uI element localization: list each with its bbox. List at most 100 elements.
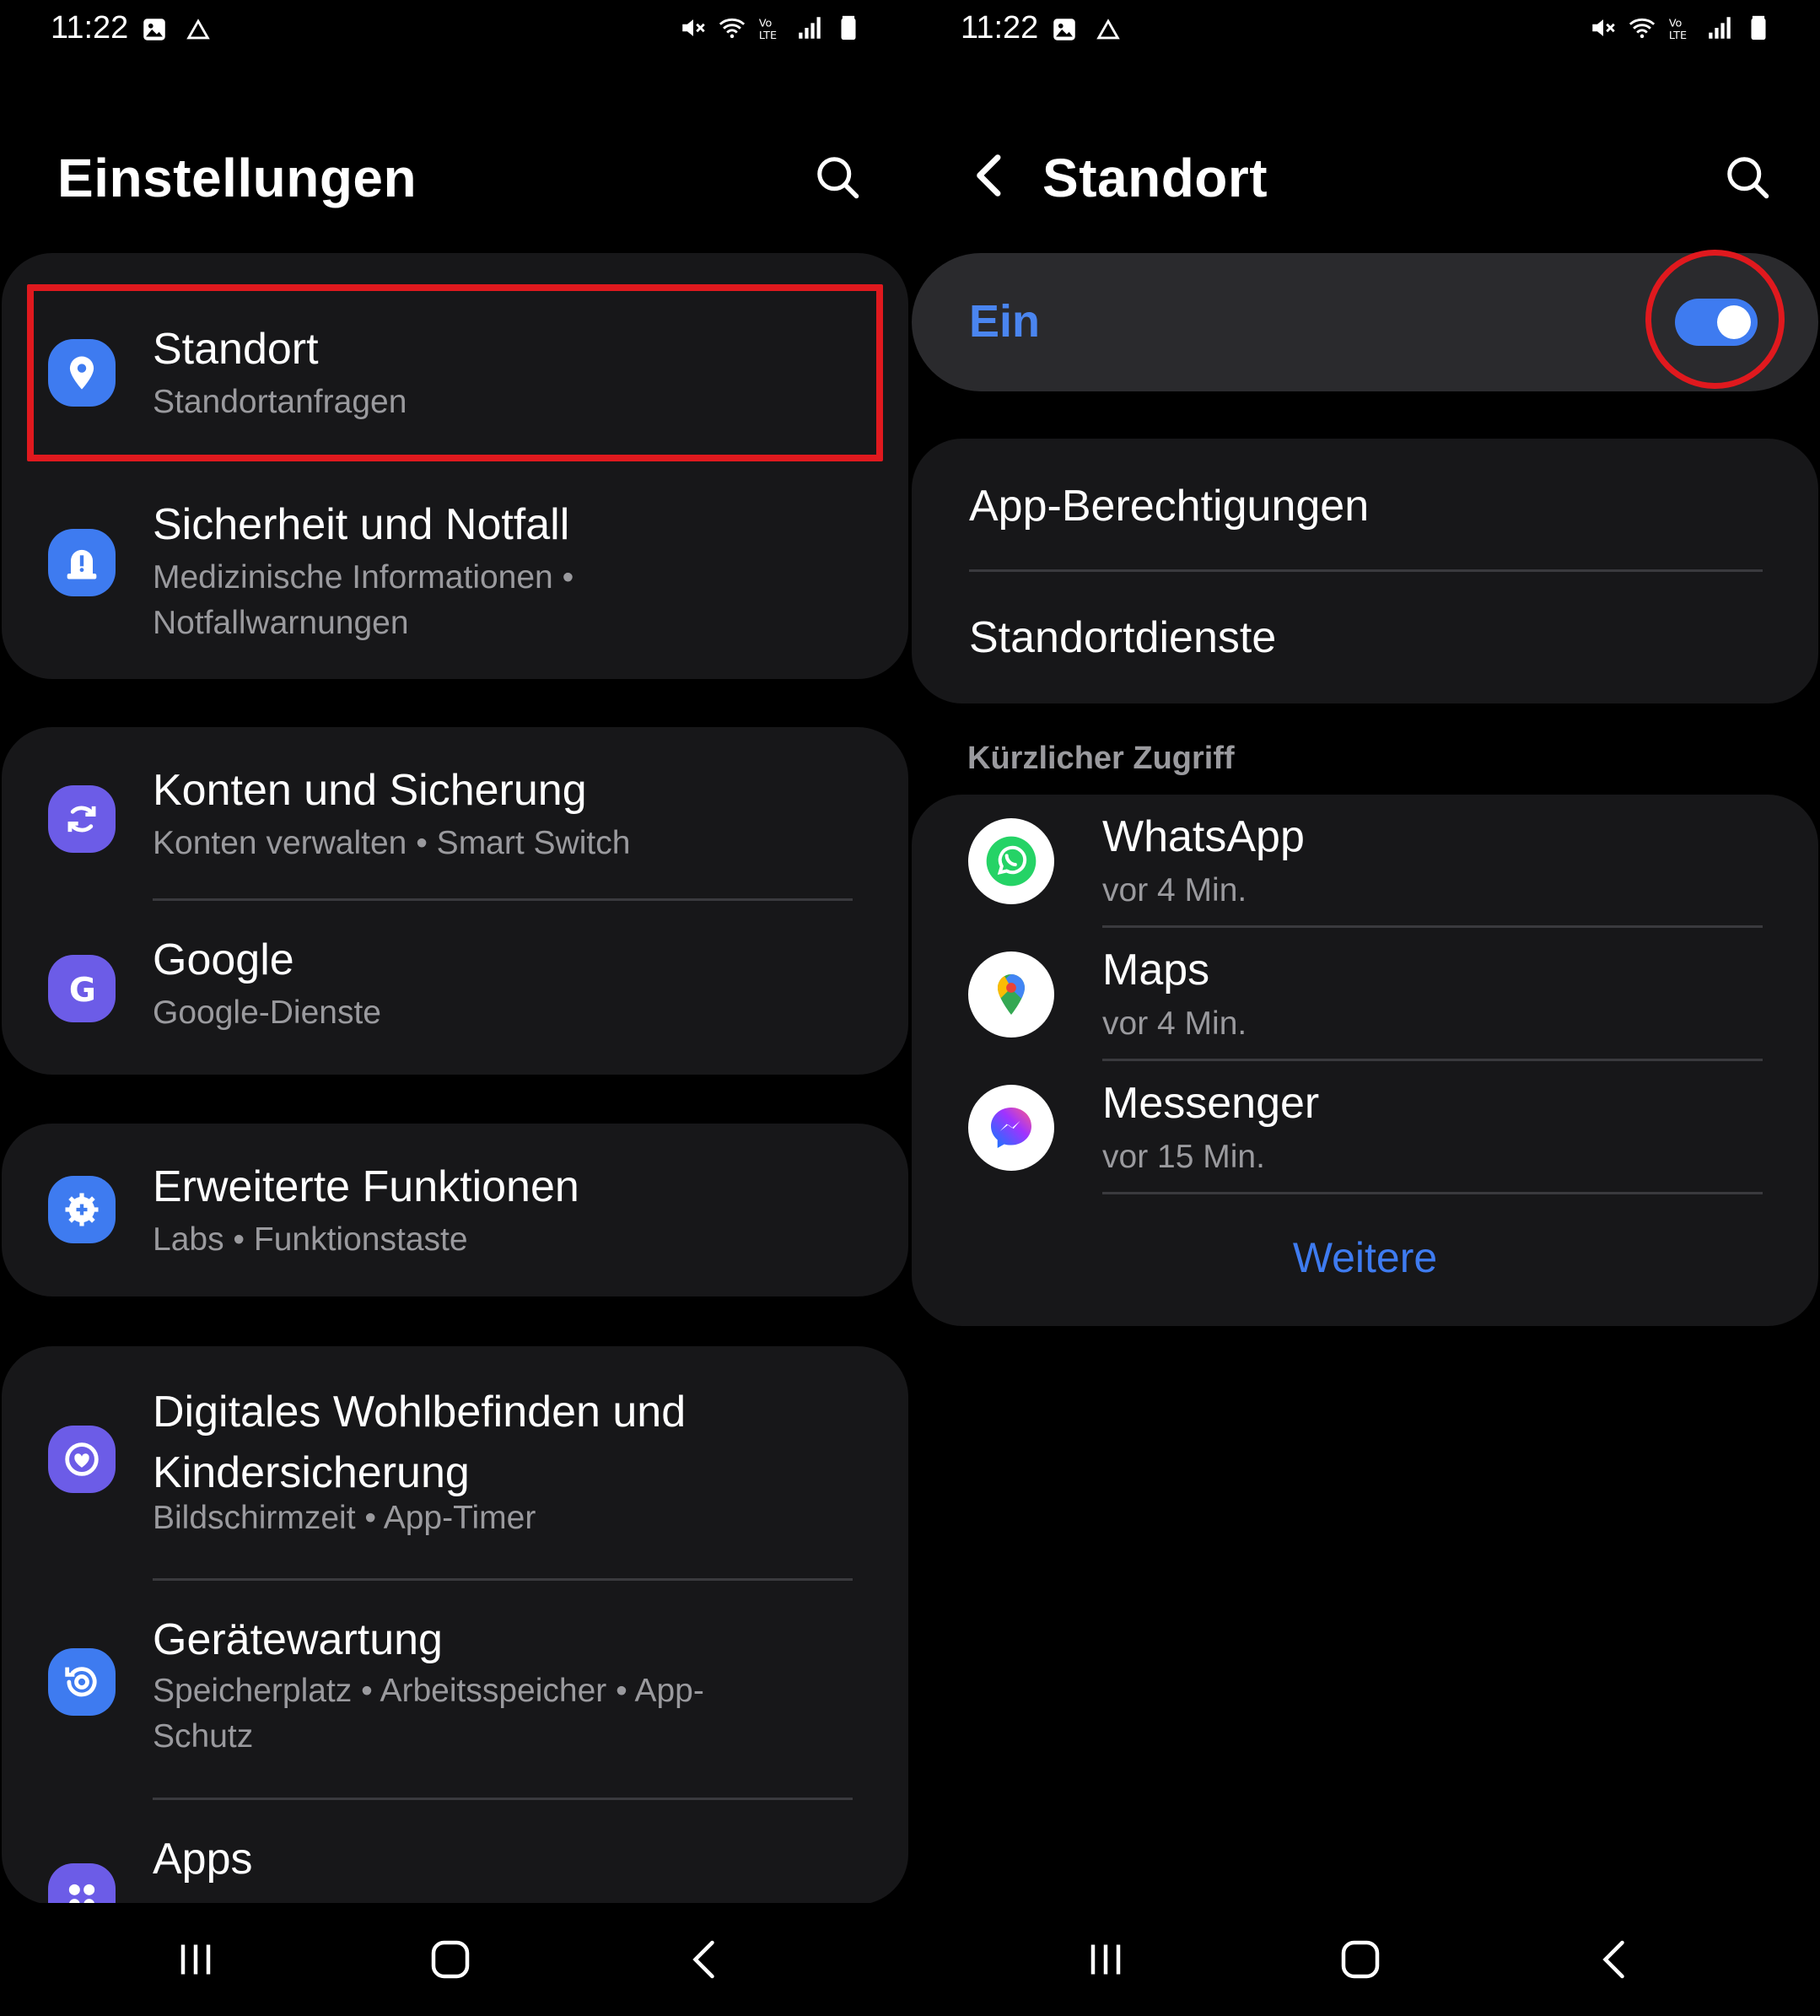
settings-card-wellbeing: Digitales Wohlbefinden und Kindersicheru… <box>2 1346 908 1905</box>
divider <box>1102 1192 1763 1194</box>
status-bar: 11:22 Vo LTE <box>0 0 910 61</box>
status-right-icons: Vo LTE <box>1589 13 1773 42</box>
item-subtitle: Bildschirmzeit • App-Timer <box>153 1500 536 1536</box>
settings-header: Einstellungen <box>0 135 910 219</box>
location-screen: 11:22 Vo LTE Standort Ein App-Berechtigun… <box>910 0 1820 2016</box>
svg-text:LTE: LTE <box>759 30 777 42</box>
battery-icon <box>1744 13 1773 42</box>
item-subtitle: Labs • Funktionstaste <box>153 1221 468 1258</box>
warning-icon <box>1094 15 1123 44</box>
device-care-icon <box>48 1648 116 1716</box>
settings-item-sicherheit[interactable]: Sicherheit und Notfall Medizinische Info… <box>2 464 908 679</box>
status-right-icons: Vo LTE <box>679 13 863 42</box>
svg-text:G: G <box>69 972 96 1010</box>
svg-text:Vo: Vo <box>1669 18 1683 30</box>
recents-button[interactable] <box>158 1922 234 1997</box>
location-menu-card: App-Berechtigungen Standortdienste <box>912 439 1818 703</box>
search-button[interactable] <box>812 152 863 202</box>
app-time: vor 15 Min. <box>1102 1139 1265 1175</box>
back-nav-button[interactable] <box>1578 1922 1654 1997</box>
status-left-icons <box>1050 15 1123 44</box>
advanced-features-icon <box>48 1176 116 1243</box>
wifi-icon <box>1628 13 1656 42</box>
search-button[interactable] <box>1722 152 1773 202</box>
wellbeing-icon <box>48 1426 116 1493</box>
recents-icon <box>180 1944 211 1975</box>
navigation-bar <box>910 1903 1820 2016</box>
item-title: Konten und Sicherung <box>153 766 587 815</box>
signal-icon <box>1705 13 1734 42</box>
home-icon <box>431 1940 470 1979</box>
search-icon <box>1727 157 1769 199</box>
highlight-circle <box>1645 250 1785 389</box>
status-time: 11:22 <box>51 10 129 46</box>
mute-icon <box>679 13 708 42</box>
volte-icon: Vo LTE <box>757 13 785 42</box>
recent-access-card: WhatsApp vor 4 Min. Maps vor 4 Min. Mess… <box>912 795 1818 1326</box>
home-button[interactable] <box>412 1922 488 1997</box>
mute-icon <box>1589 13 1618 42</box>
app-name: Maps <box>1102 946 1210 995</box>
item-title: Erweiterte Funktionen <box>153 1162 579 1211</box>
item-subtitle: Google-Dienste <box>153 995 381 1031</box>
messenger-icon <box>968 1085 1054 1171</box>
toggle-label: Ein <box>969 296 1041 347</box>
navigation-bar <box>0 1903 910 2016</box>
settings-card-accounts: Konten und Sicherung Konten verwalten • … <box>2 727 908 1075</box>
item-title: Gerätewartung <box>153 1615 443 1664</box>
siren-icon <box>48 529 116 596</box>
settings-item-apps[interactable]: Apps <box>2 1800 908 1905</box>
recent-app-messenger[interactable]: Messenger vor 15 Min. <box>912 1061 1818 1194</box>
wifi-icon <box>718 13 746 42</box>
settings-item-google[interactable]: G Google Google-Dienste <box>2 901 908 1075</box>
app-name: WhatsApp <box>1102 812 1305 861</box>
item-subtitle: Medizinische Informationen • Notfallwarn… <box>153 559 574 641</box>
volte-icon: Vo LTE <box>1667 13 1695 42</box>
gallery-icon <box>140 15 169 44</box>
sync-icon <box>48 785 116 853</box>
item-title: Sicherheit und Notfall <box>153 500 570 549</box>
chevron-left-icon <box>977 154 1001 197</box>
apps-grid-icon <box>48 1863 116 1905</box>
whatsapp-icon <box>968 818 1054 904</box>
status-time: 11:22 <box>961 10 1039 46</box>
settings-item-konten[interactable]: Konten und Sicherung Konten verwalten • … <box>2 727 908 901</box>
warning-icon <box>184 15 213 44</box>
recent-app-whatsapp[interactable]: WhatsApp vor 4 Min. <box>912 795 1818 928</box>
app-name: Messenger <box>1102 1079 1320 1128</box>
menu-item-app-berechtigungen[interactable]: App-Berechtigungen <box>969 481 1369 531</box>
recent-app-maps[interactable]: Maps vor 4 Min. <box>912 928 1818 1061</box>
google-icon: G <box>48 955 116 1022</box>
back-icon <box>692 1940 714 1979</box>
item-title: Digitales Wohlbefinden und Kindersicheru… <box>153 1388 687 1497</box>
battery-icon <box>834 13 863 42</box>
app-time: vor 4 Min. <box>1102 1005 1247 1042</box>
status-left-icons <box>140 15 213 44</box>
page-title: Standort <box>1042 148 1268 208</box>
app-time: vor 4 Min. <box>1102 872 1247 908</box>
item-subtitle: Speicherplatz • Arbeitsspeicher • App-Sc… <box>153 1673 704 1755</box>
svg-text:Vo: Vo <box>759 18 773 30</box>
recents-button[interactable] <box>1068 1922 1144 1997</box>
svg-text:LTE: LTE <box>1669 30 1687 42</box>
menu-item-standortdienste[interactable]: Standortdienste <box>969 612 1276 663</box>
signal-icon <box>795 13 824 42</box>
settings-card-advanced: Erweiterte Funktionen Labs • Funktionsta… <box>2 1124 908 1296</box>
section-label-recent: Kürzlicher Zugriff <box>967 741 1235 776</box>
settings-item-erweiterte[interactable]: Erweiterte Funktionen Labs • Funktionsta… <box>2 1124 908 1296</box>
gallery-icon <box>1050 15 1079 44</box>
settings-item-geraetewartung[interactable]: Gerätewartung Speicherplatz • Arbeitsspe… <box>2 1581 908 1800</box>
highlight-box <box>27 284 883 461</box>
home-icon <box>1341 1940 1380 1979</box>
settings-item-wohlbefinden[interactable]: Digitales Wohlbefinden und Kindersicheru… <box>2 1346 908 1581</box>
maps-icon <box>968 951 1054 1038</box>
item-subtitle: Konten verwalten • Smart Switch <box>153 825 631 861</box>
status-bar: 11:22 Vo LTE <box>910 0 1820 61</box>
settings-screen: 11:22 Vo LTE Einstellungen Standort Stand… <box>0 0 910 2016</box>
more-button[interactable]: Weitere <box>912 1233 1818 1282</box>
back-nav-button[interactable] <box>668 1922 744 1997</box>
home-button[interactable] <box>1322 1922 1398 1997</box>
item-title: Apps <box>153 1835 253 1884</box>
item-title: Google <box>153 935 294 984</box>
back-button[interactable] <box>964 148 1018 202</box>
